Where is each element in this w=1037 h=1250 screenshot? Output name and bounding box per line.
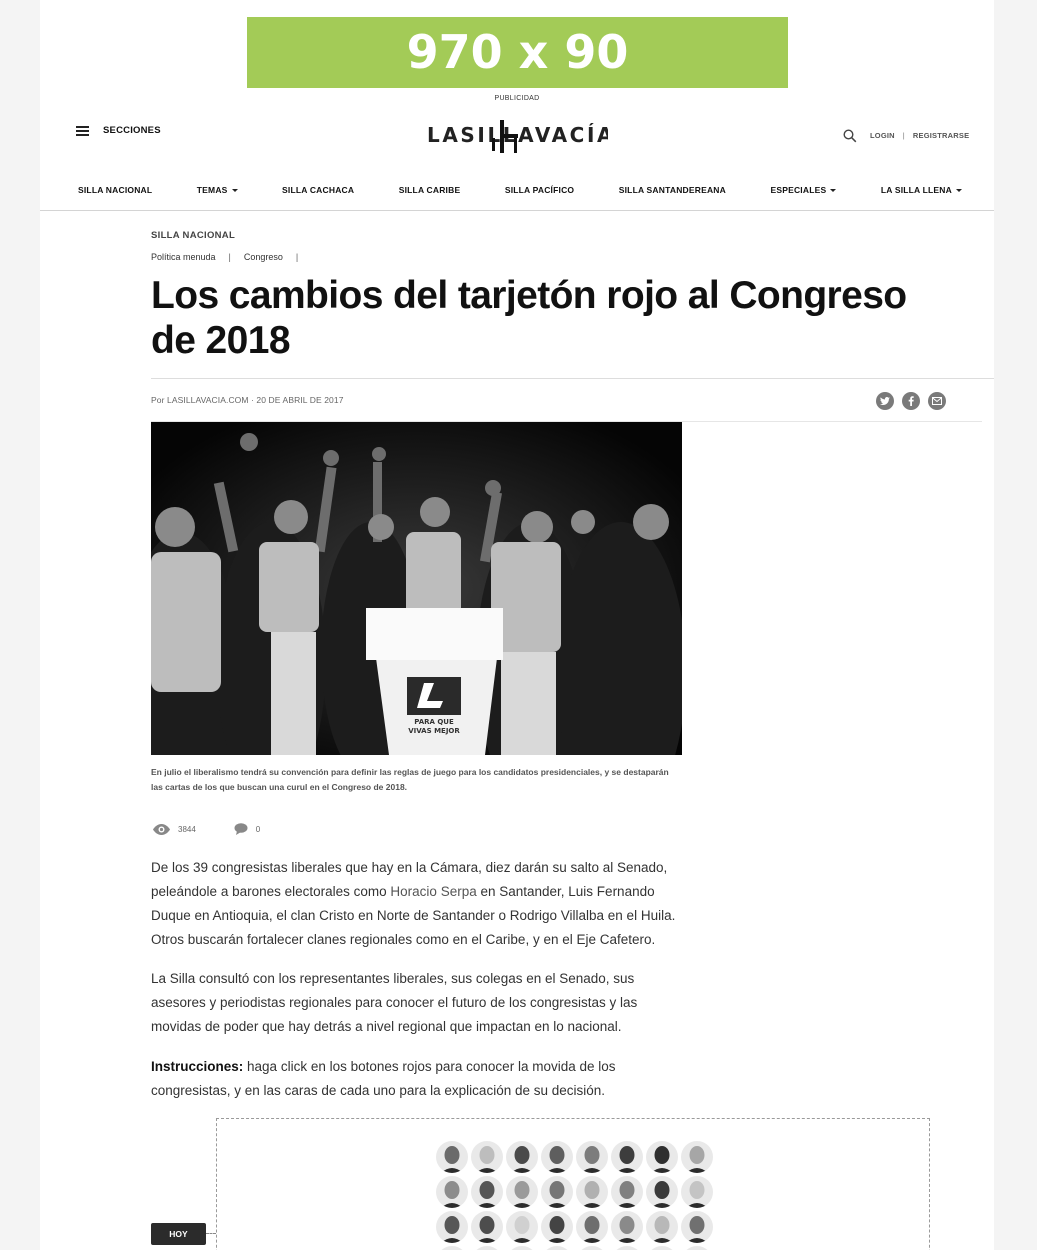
nav-item-silla-nacional[interactable]: SILLA NACIONAL <box>78 185 152 195</box>
congressperson-face[interactable] <box>541 1141 573 1173</box>
tag-politica-menuda[interactable]: Política menuda <box>151 252 216 262</box>
congressperson-face[interactable] <box>576 1246 608 1250</box>
congressperson-face[interactable] <box>681 1211 713 1243</box>
nav-item-silla-cachaca[interactable]: SILLA CACHACA <box>282 185 354 195</box>
congressperson-face[interactable] <box>611 1141 643 1173</box>
paragraph-instructions: Instrucciones: haga click en los botones… <box>151 1059 616 1098</box>
congressperson-face[interactable] <box>471 1141 503 1173</box>
tag-separator: | <box>228 252 231 262</box>
search-icon[interactable] <box>843 129 857 143</box>
hamburger-icon <box>76 125 89 136</box>
paragraph-1: De los 39 congresistas liberales que hay… <box>151 860 676 947</box>
podium-text-2: VIVAS MEJOR <box>408 727 460 735</box>
congressperson-face[interactable] <box>611 1246 643 1250</box>
congressperson-face[interactable] <box>471 1176 503 1208</box>
congressperson-face[interactable] <box>436 1246 468 1250</box>
congressperson-face[interactable] <box>681 1246 713 1250</box>
site-logo[interactable]: LASILLAVACÍA <box>426 118 608 156</box>
email-icon[interactable] <box>928 392 946 410</box>
nav-divider <box>40 210 994 211</box>
nav-item-silla-caribe[interactable]: SILLA CARIBE <box>399 185 461 195</box>
congressperson-face[interactable] <box>436 1176 468 1208</box>
auth-links: LOGIN | REGISTRARSE <box>870 131 969 140</box>
congressperson-face[interactable] <box>541 1211 573 1243</box>
sections-menu-label: SECCIONES <box>103 125 161 136</box>
byline: Por LASILLAVACIA.COM · 20 DE ABRIL DE 20… <box>151 395 344 405</box>
congressperson-face[interactable] <box>506 1141 538 1173</box>
tag-list: Política menuda | Congreso | <box>151 252 298 262</box>
auth-separator: | <box>902 131 905 140</box>
caret-down-icon <box>955 189 962 193</box>
congressperson-face[interactable] <box>646 1141 678 1173</box>
section-label[interactable]: SILLA NACIONAL <box>151 230 235 241</box>
page: 970 x 90 PUBLICIDAD SECCIONES LASILLAVAC… <box>40 0 994 1250</box>
nav-item-silla-pacifico[interactable]: SILLA PACÍFICO <box>505 185 574 195</box>
congressperson-face[interactable] <box>576 1141 608 1173</box>
title-divider <box>151 378 994 379</box>
article-stats: 3844 0 <box>153 823 260 835</box>
congressperson-face[interactable] <box>576 1211 608 1243</box>
congressperson-face[interactable] <box>436 1141 468 1173</box>
comments-count[interactable]: 0 <box>256 825 260 834</box>
share-buttons <box>876 392 946 410</box>
congressperson-face[interactable] <box>541 1246 573 1250</box>
facebook-icon[interactable] <box>902 392 920 410</box>
caret-down-icon <box>830 189 837 193</box>
hoy-connector <box>206 1233 216 1234</box>
congressperson-face[interactable] <box>611 1176 643 1208</box>
tag-separator: | <box>295 252 299 262</box>
congressperson-face[interactable] <box>471 1211 503 1243</box>
hoy-button[interactable]: HOY <box>151 1223 206 1245</box>
congressperson-face[interactable] <box>471 1246 503 1250</box>
eye-icon <box>153 823 170 835</box>
ad-label: PUBLICIDAD <box>494 95 540 102</box>
congressperson-face[interactable] <box>506 1176 538 1208</box>
congress-faces-grid <box>436 1141 718 1250</box>
congressperson-face[interactable] <box>611 1211 643 1243</box>
article-title: Los cambios del tarjetón rojo al Congres… <box>151 274 907 362</box>
register-link[interactable]: REGISTRARSE <box>913 131 969 140</box>
instructions-label: Instrucciones: <box>151 1059 244 1074</box>
sections-menu-button[interactable]: SECCIONES <box>76 125 161 136</box>
nav-item-silla-santandereana[interactable]: SILLA SANTANDEREANA <box>619 185 726 195</box>
link-horacio-serpa[interactable]: Horacio Serpa <box>390 884 476 899</box>
paragraph-2: La Silla consultó con los representantes… <box>151 971 638 1034</box>
congressperson-face[interactable] <box>681 1141 713 1173</box>
congressperson-face[interactable] <box>541 1176 573 1208</box>
login-link[interactable]: LOGIN <box>870 131 895 140</box>
article-photo: PARA QUE VIVAS MEJOR <box>151 422 682 755</box>
congressperson-face[interactable] <box>506 1211 538 1243</box>
congressperson-face[interactable] <box>436 1211 468 1243</box>
congressperson-face[interactable] <box>506 1246 538 1250</box>
tag-congreso[interactable]: Congreso <box>244 252 283 262</box>
nav-item-la-silla-llena[interactable]: LA SILLA LLENA <box>881 185 962 195</box>
congressperson-face[interactable] <box>646 1211 678 1243</box>
twitter-icon[interactable] <box>876 392 894 410</box>
congressperson-face[interactable] <box>646 1246 678 1250</box>
caret-down-icon <box>231 189 238 193</box>
photo-caption: En julio el liberalismo tendrá su conven… <box>151 767 669 792</box>
main-nav: SILLA NACIONAL TEMAS SILLA CACHACA SILLA… <box>78 185 962 195</box>
congressperson-face[interactable] <box>576 1176 608 1208</box>
ad-banner[interactable]: 970 x 90 <box>247 17 788 88</box>
comment-icon[interactable] <box>234 823 248 835</box>
views-count: 3844 <box>178 824 196 834</box>
nav-item-temas[interactable]: TEMAS <box>197 185 238 195</box>
podium-text-1: PARA QUE <box>414 718 454 726</box>
congressperson-face[interactable] <box>646 1176 678 1208</box>
nav-item-especiales[interactable]: ESPECIALES <box>770 185 837 195</box>
congressperson-face[interactable] <box>681 1176 713 1208</box>
